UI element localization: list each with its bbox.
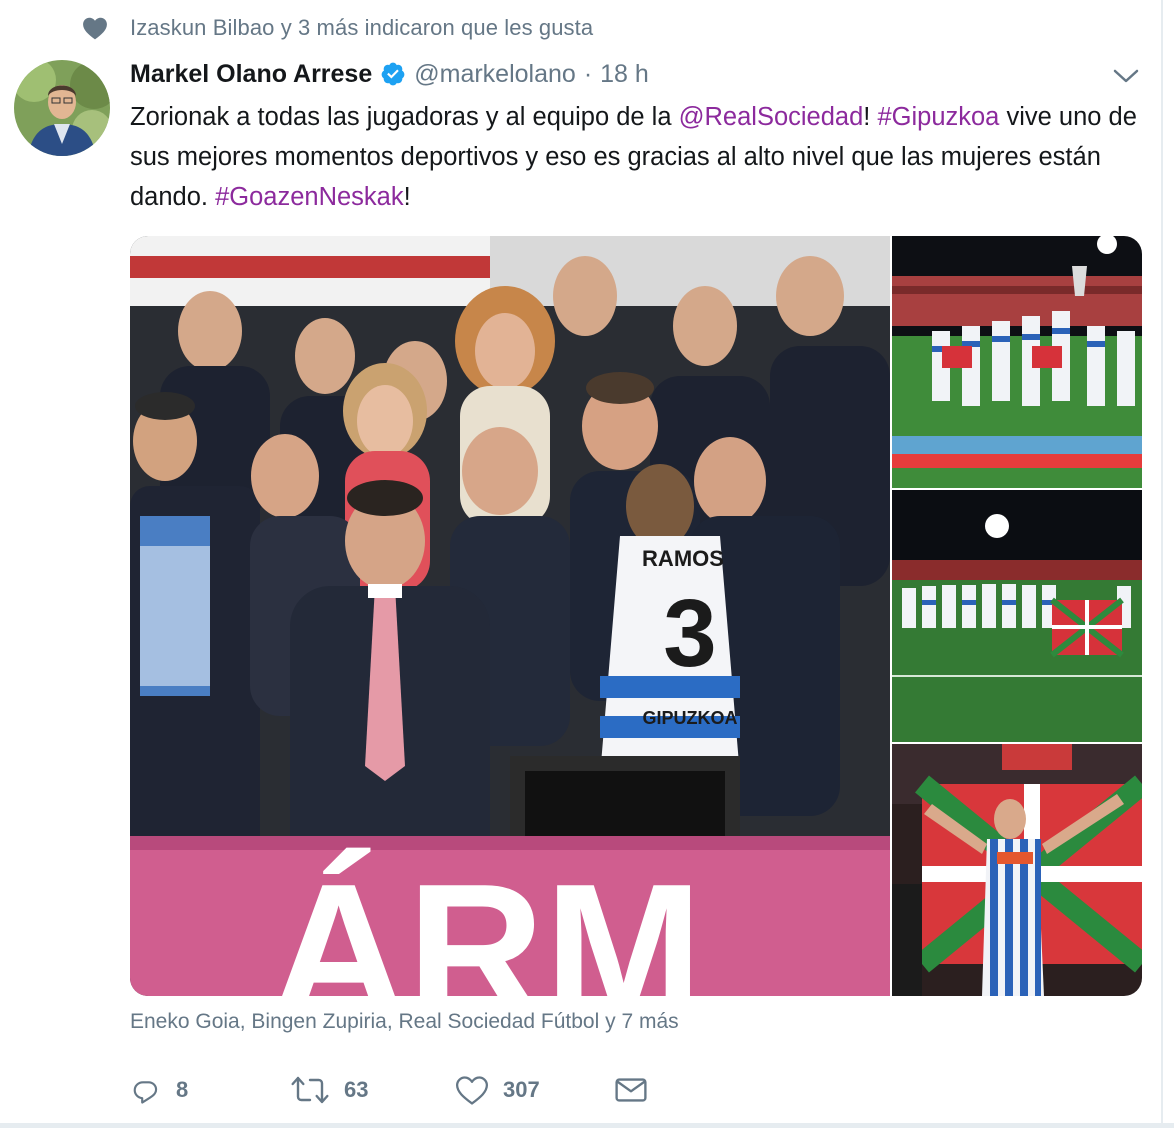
retweet-icon — [291, 1076, 329, 1104]
avatar[interactable] — [14, 60, 110, 156]
text-segment: ! — [403, 183, 411, 211]
retweet-count: 63 — [344, 1077, 369, 1102]
heart-outline-icon — [455, 1076, 489, 1105]
jersey-name: RAMOS — [642, 546, 724, 571]
tweet-text: Zorionak a todas las jugadoras y al equi… — [130, 97, 1150, 217]
media-grid: RAMOS 3 GIPUZKOA ÁRM — [130, 236, 1142, 996]
retweet-button[interactable]: 63 — [290, 1074, 368, 1106]
bottom-divider — [0, 1123, 1174, 1128]
banner-text: ÁRM — [270, 845, 703, 996]
separator-dot: · — [583, 59, 593, 88]
direct-message-button[interactable] — [614, 1075, 648, 1105]
timestamp[interactable]: 18 h — [600, 60, 649, 89]
thumbnail-player-flag[interactable] — [892, 744, 1142, 996]
main-photo[interactable]: RAMOS 3 GIPUZKOA ÁRM — [130, 236, 890, 996]
reply-icon — [133, 1081, 158, 1104]
chevron-down-icon[interactable] — [1112, 64, 1140, 88]
heart-icon — [83, 17, 107, 40]
reply-button[interactable]: 8 — [130, 1074, 188, 1106]
social-context-text: Izaskun Bilbao y 3 más indicaron que les… — [130, 15, 594, 40]
social-context: Izaskun Bilbao y 3 más indicaron que les… — [82, 13, 593, 43]
thumbnail-celebration[interactable] — [892, 236, 1142, 488]
envelope-icon — [615, 1078, 647, 1102]
text-segment: Zorionak a todas las jugadoras y al equi… — [130, 103, 679, 131]
verified-badge-icon — [381, 62, 405, 86]
display-name[interactable]: Markel Olano Arrese — [130, 60, 372, 89]
jersey-sponsor: GIPUZKOA — [642, 708, 737, 728]
right-divider — [1161, 0, 1163, 1128]
like-button[interactable]: 307 — [455, 1074, 540, 1106]
text-segment: ! — [863, 103, 878, 131]
jersey-number: 3 — [663, 580, 716, 687]
like-count: 307 — [503, 1077, 540, 1102]
hashtag-link[interactable]: #GoazenNeskak — [215, 183, 404, 211]
liked-by-text[interactable]: Eneko Goia, Bingen Zupiria, Real Socieda… — [130, 1010, 679, 1034]
mention-link[interactable]: @RealSociedad — [679, 103, 864, 131]
reply-count: 8 — [176, 1077, 189, 1102]
hashtag-link[interactable]: #Gipuzkoa — [877, 103, 999, 131]
handle[interactable]: @markelolano — [414, 60, 576, 89]
thumbnail-team-photo[interactable] — [892, 490, 1142, 742]
tweet-header: Markel Olano Arrese @markelolano · 18 h — [130, 57, 649, 91]
